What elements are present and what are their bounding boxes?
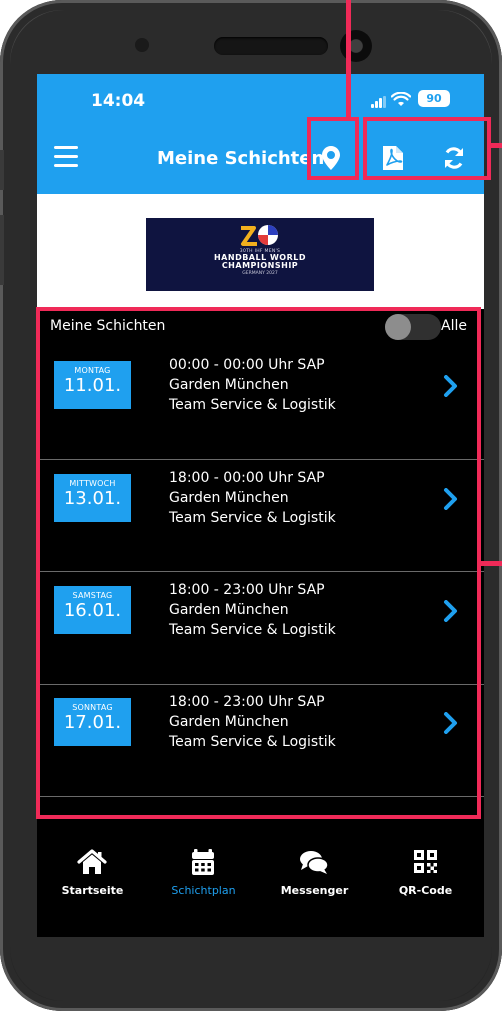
callout-line — [479, 561, 502, 566]
calendar-icon — [192, 849, 214, 875]
status-time: 14:04 — [91, 91, 146, 111]
callout-line — [346, 0, 351, 120]
bottom-navigation: Startseite Schichtplan Messenger QR-Code — [37, 837, 484, 937]
nav-item-schichtplan[interactable]: Schichtplan — [148, 837, 259, 937]
battery-indicator: 90 — [418, 90, 450, 107]
phone-speaker — [214, 37, 328, 55]
phone-sensor — [135, 38, 149, 52]
phone-volume-button — [0, 215, 4, 285]
nav-label: QR-Code — [398, 884, 453, 897]
nav-label: Messenger — [280, 884, 349, 897]
home-icon — [77, 849, 107, 874]
nav-item-messenger[interactable]: Messenger — [259, 837, 370, 937]
header-logo-area: 30TH IHF MEN'S HANDBALL WORLD CHAMPIONSH… — [37, 194, 484, 309]
front-camera — [340, 30, 372, 62]
logo-text-line4: GERMANY 2027 — [242, 271, 278, 276]
logo-text-line3: CHAMPIONSHIP — [221, 261, 299, 270]
chat-bubbles-icon — [300, 851, 329, 874]
callout-line — [489, 143, 502, 148]
nav-label: Schichtplan — [171, 884, 236, 897]
highlight-pdf-sync — [363, 117, 491, 180]
nav-item-startseite[interactable]: Startseite — [37, 837, 148, 937]
highlight-shift-list — [36, 307, 481, 819]
phone-side-button — [0, 150, 4, 190]
nav-label: Startseite — [61, 884, 124, 897]
event-logo: 30TH IHF MEN'S HANDBALL WORLD CHAMPIONSH… — [146, 218, 374, 291]
nav-item-qr-code[interactable]: QR-Code — [370, 837, 481, 937]
logo-mark — [241, 225, 278, 246]
highlight-location — [307, 117, 359, 180]
signal-icon — [371, 96, 387, 108]
page-title: Meine Schichten — [157, 148, 325, 169]
wifi-icon — [391, 92, 411, 106]
qr-code-icon — [414, 850, 437, 873]
menu-icon[interactable] — [54, 146, 78, 168]
